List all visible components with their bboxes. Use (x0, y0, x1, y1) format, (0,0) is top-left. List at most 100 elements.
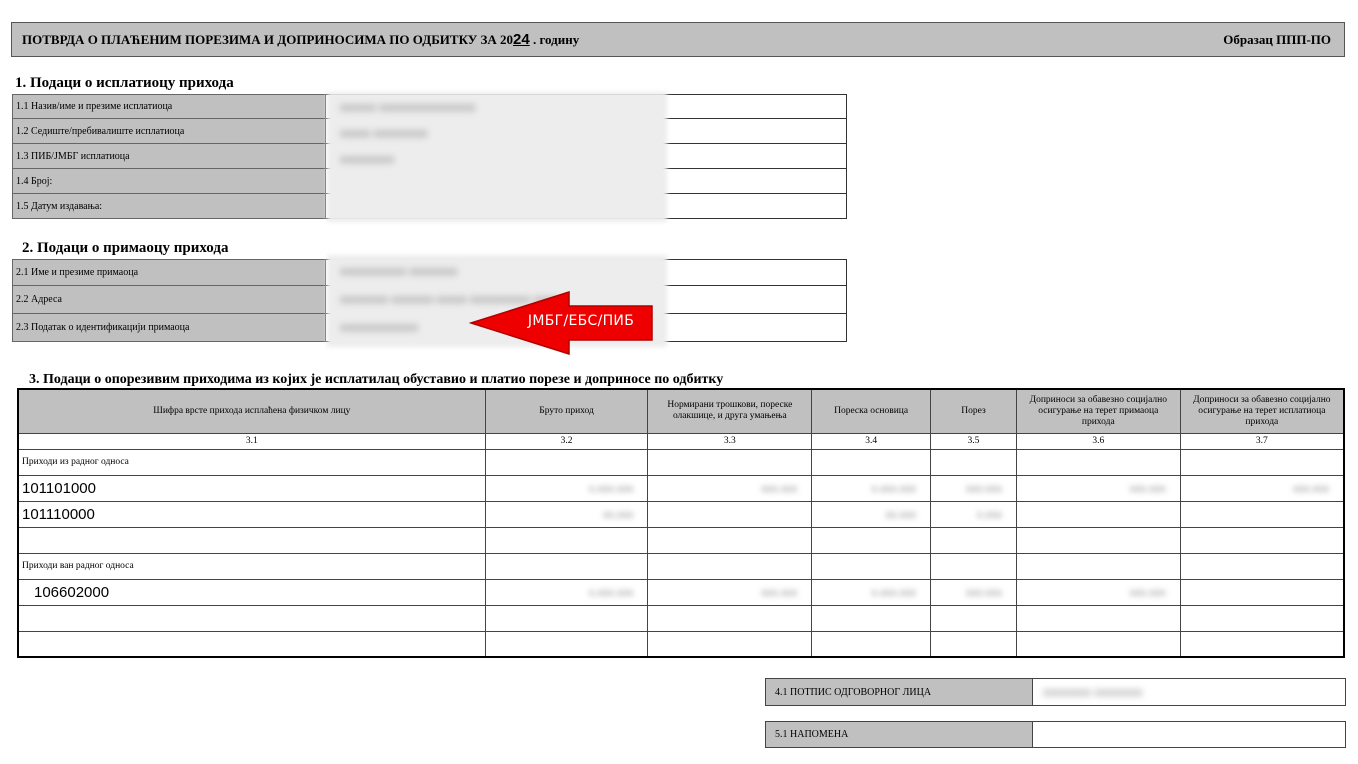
empty-cell (930, 526, 1017, 554)
col-number: 3.1 (17, 432, 486, 450)
empty-cell (17, 604, 486, 632)
redacted-value: xxx.xxx (1129, 482, 1166, 495)
empty-cell (1015, 552, 1181, 580)
redacted-cell: xxx.xxx (930, 474, 1017, 502)
payer-blur-overlay: xxxxxx xxxxxxxxxxxxxxxx xxxxx xxxxxxxxx … (340, 100, 475, 166)
empty-cell (1179, 578, 1345, 606)
empty-cell (484, 448, 649, 476)
section2-title: 2. Подаци о примаоцу прихода (22, 240, 229, 256)
empty-cell (1179, 526, 1345, 554)
col-header-tax: Порез (930, 388, 1017, 434)
empty-cell (647, 604, 813, 632)
empty-cell (484, 604, 649, 632)
column-number-row: 3.1 3.2 3.3 3.4 3.5 3.6 3.7 (17, 432, 1345, 450)
empty-cell (930, 630, 1017, 658)
redacted-cell: xxx.xxx (930, 578, 1017, 606)
empty-cell (811, 604, 932, 632)
redacted-cell: xxx.xxx (647, 474, 813, 502)
col-header-tax-base: Пореска основица (811, 388, 932, 434)
document-header: ПОТВРДА О ПЛАЋЕНИМ ПОРЕЗИМА И ДОПРИНОСИМ… (11, 22, 1345, 57)
recipient-name-label: 2.1 Име и презиме примаоца (12, 259, 326, 286)
signature-box: 4.1 ПОТПИС ОДГОВОРНОГ ЛИЦА xxxxxxxx xxxx… (765, 678, 1346, 706)
empty-cell (1015, 448, 1181, 476)
table-row: 101101000 x.xxx.xxx xxx.xxx x.xxx.xxx xx… (17, 474, 1345, 502)
empty-cell (930, 552, 1017, 580)
section1-title: 1. Подаци о исплатиоцу прихода (15, 75, 234, 91)
title-prefix: ПОТВРДА О ПЛАЋЕНИМ ПОРЕЗИМА И ДОПРИНОСИМ… (22, 32, 514, 47)
redacted-value: xxx.xxx (1292, 482, 1329, 495)
id-callout-arrow: ЈМБГ/ЕБС/ПИБ (468, 290, 654, 356)
empty-cell (484, 526, 649, 554)
note-box: 5.1 НАПОМЕНА (765, 721, 1346, 748)
redacted-cell: xxx.xxx (1179, 474, 1345, 502)
title-suffix: . годину (529, 32, 580, 47)
table-row (17, 526, 1345, 554)
callout-label: ЈМБГ/ЕБС/ПИБ (527, 313, 635, 329)
table-row (17, 604, 1345, 632)
empty-cell (811, 448, 932, 476)
payer-name-label: 1.1 Назив/име и презиме исплатиоца (12, 94, 326, 119)
payer-pib-blur: xxxxxxxxx (340, 152, 394, 166)
note-value (1033, 721, 1346, 748)
empty-cell (1015, 604, 1181, 632)
table-row: 106602000 x.xxx.xxx xxx.xxx x.xxx.xxx xx… (17, 578, 1345, 606)
empty-cell (1015, 630, 1181, 658)
redacted-value: xx.xxx (602, 508, 634, 521)
income-code: 101101000 (17, 474, 486, 502)
empty-cell (930, 448, 1017, 476)
section3-title: 3. Подаци о опорезивим приходима из који… (29, 372, 724, 387)
col-header-code: Шифра врсте прихода исплаћена физичком л… (17, 388, 486, 434)
empty-cell (1179, 448, 1345, 476)
signature-value: xxxxxxxx xxxxxxxx (1033, 678, 1346, 706)
empty-cell (647, 552, 813, 580)
income-table: Шифра врсте прихода исплаћена физичком л… (17, 388, 1345, 658)
table-row: 101110000 xx.xxx xx.xxx x.xxx (17, 500, 1345, 528)
note-label: 5.1 НАПОМЕНА (765, 721, 1033, 748)
payer-date-label: 1.5 Датум издавања: (12, 194, 326, 219)
redacted-value: x.xxx.xxx (588, 586, 634, 599)
redacted-value: x.xxx.xxx (871, 482, 917, 495)
empty-cell (17, 526, 486, 554)
redacted-value: xxx.xxx (965, 482, 1002, 495)
empty-cell (1179, 552, 1345, 580)
empty-cell (647, 448, 813, 476)
col-number: 3.6 (1015, 432, 1181, 450)
document-title: ПОТВРДА О ПЛАЋЕНИМ ПОРЕЗИМА И ДОПРИНОСИМ… (22, 31, 579, 48)
empty-cell (811, 552, 932, 580)
payer-pib-label: 1.3 ПИБ/ЈМБГ исплатиоца (12, 144, 326, 169)
redacted-cell: xxx.xxx (647, 578, 813, 606)
empty-cell (484, 552, 649, 580)
recipient-id-label: 2.3 Податак о идентификацији примаоца (12, 314, 326, 342)
empty-cell (1015, 500, 1181, 528)
redacted-value: x.xxx.xxx (871, 586, 917, 599)
col-number: 3.7 (1179, 432, 1345, 450)
table-row (17, 630, 1345, 658)
income-code: 101110000 (17, 500, 486, 528)
empty-cell (811, 630, 932, 658)
redacted-value: x.xxx (976, 508, 1002, 521)
empty-cell (1179, 604, 1345, 632)
group-row-employment: Приходи из радног односа (17, 448, 1345, 476)
income-header-row: Шифра врсте прихода исплаћена физичком л… (17, 388, 1345, 434)
col-header-contrib-recipient: Доприноси за обавезно социјално осигурањ… (1015, 388, 1181, 434)
group-row-non-employment: Приходи ван радног односа (17, 552, 1345, 580)
redacted-value: xxx.xxx (761, 586, 798, 599)
empty-cell (647, 630, 813, 658)
empty-cell (17, 630, 486, 658)
payer-number-label: 1.4 Број: (12, 169, 326, 194)
col-number: 3.2 (484, 432, 649, 450)
recipient-address-label: 2.2 Адреса (12, 286, 326, 314)
payer-address-label: 1.2 Седиште/пребивалиште исплатиоца (12, 119, 326, 144)
col-number: 3.3 (647, 432, 813, 450)
redacted-cell: x.xxx.xxx (811, 474, 932, 502)
redacted-cell: x.xxx.xxx (484, 474, 649, 502)
redacted-cell: xx.xxx (484, 500, 649, 528)
redacted-cell: xxx.xxx (1015, 578, 1181, 606)
signature-label: 4.1 ПОТПИС ОДГОВОРНОГ ЛИЦА (765, 678, 1033, 706)
empty-cell (1179, 630, 1345, 658)
empty-cell (811, 526, 932, 554)
payer-address-blur: xxxxx xxxxxxxxx (340, 126, 428, 140)
recipient-name-blur: xxxxxxxxxxx xxxxxxxx (340, 264, 458, 278)
col-header-gross: Бруто приход (484, 388, 649, 434)
col-header-deductions: Нормирани трошкови, пореске олакшице, и … (647, 388, 813, 434)
